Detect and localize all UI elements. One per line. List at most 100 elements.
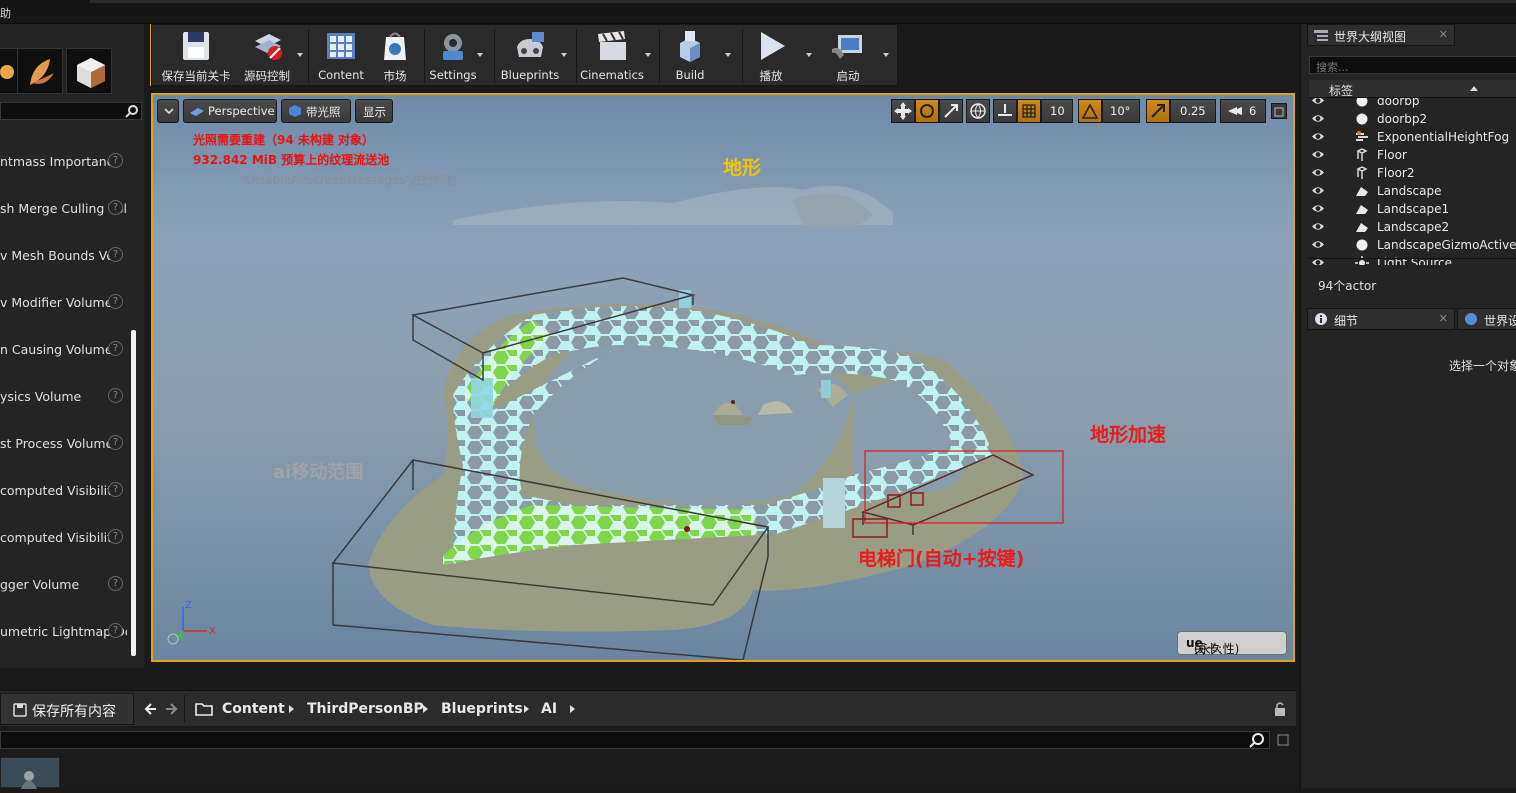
blueprints-button[interactable]: Blueprints xyxy=(496,25,564,85)
outliner-column-header[interactable]: 标签 xyxy=(1309,80,1516,98)
settings-dropdown[interactable] xyxy=(477,53,483,57)
build-dropdown[interactable] xyxy=(725,53,731,57)
modes-scrollbar[interactable] xyxy=(131,330,136,656)
grid-snap-toggle[interactable] xyxy=(1017,99,1041,123)
terrain-boost-label: 地形加速 xyxy=(1090,424,1167,446)
help-icon[interactable]: ? xyxy=(108,435,123,450)
volume-item[interactable]: ntmass Importanc? xyxy=(0,144,127,184)
launch-dropdown[interactable] xyxy=(883,53,889,57)
menu-help[interactable]: 助 xyxy=(0,5,11,21)
volume-label: n Causing Volume xyxy=(0,342,113,357)
world-space-button[interactable] xyxy=(966,99,990,123)
content-icon xyxy=(327,33,355,59)
tab-details[interactable]: 细节 ✕ xyxy=(1307,308,1455,330)
content-browser-toolbar: 保存所有内容 Content ThirdPersonBP Blueprints … xyxy=(0,690,1296,726)
build-button[interactable]: Build xyxy=(662,25,718,85)
breadcrumb-arrow[interactable] xyxy=(570,705,575,713)
breadcrumb-blueprints[interactable]: Blueprints xyxy=(441,701,523,717)
world-outliner-panel: 世界大纲视图 ✕ 搜索... 标签 doorbp doorbp2 Exponenti… xyxy=(1300,24,1516,788)
scale-snap-value[interactable]: 0.25 xyxy=(1170,99,1216,123)
lit-mode-button[interactable]: 带光照 xyxy=(281,99,351,123)
launch-button[interactable]: 启动 xyxy=(820,25,876,85)
breadcrumb-arrow[interactable] xyxy=(524,705,529,713)
close-tab-icon[interactable]: ✕ xyxy=(1439,28,1448,41)
surface-snap-button[interactable] xyxy=(993,99,1017,123)
details-empty-message: 选择一个对象 xyxy=(1449,359,1516,373)
level-viewport[interactable]: Perspective 带光照 显示 10 10° 0.25 6 光照需要重建（… xyxy=(151,93,1295,662)
content-button[interactable]: Content xyxy=(312,25,370,85)
blueprints-dropdown[interactable] xyxy=(561,53,567,57)
help-icon[interactable]: ? xyxy=(108,247,123,262)
tab-world-settings[interactable]: 世界设 xyxy=(1457,308,1516,330)
play-button[interactable]: 播放 xyxy=(746,25,796,85)
volume-item[interactable]: computed Visibilit? xyxy=(0,473,127,513)
axis-y-label: Y xyxy=(178,634,185,644)
volume-item[interactable]: sh Merge Culling Volu? xyxy=(0,191,127,231)
asset-thumbnail[interactable] xyxy=(0,757,60,789)
help-icon[interactable]: ? xyxy=(108,529,123,544)
content-search-input[interactable] xyxy=(0,731,1270,749)
breadcrumb-ai[interactable]: AI xyxy=(541,701,557,717)
volume-item[interactable]: ysics Volume? xyxy=(0,379,127,419)
perspective-button[interactable]: Perspective xyxy=(183,99,277,123)
help-icon[interactable]: ? xyxy=(108,623,123,638)
settings-button[interactable]: Settings xyxy=(426,25,480,85)
play-dropdown[interactable] xyxy=(806,53,812,57)
lock-icon[interactable] xyxy=(1273,701,1287,717)
breadcrumb-thirdpersonbp[interactable]: ThirdPersonBP xyxy=(307,701,424,717)
maximize-viewport-button[interactable] xyxy=(1271,103,1287,119)
save-all-button[interactable]: 保存所有内容 xyxy=(0,693,134,725)
globe-icon xyxy=(970,103,986,119)
grid-snap-value[interactable]: 10 xyxy=(1041,99,1073,123)
help-icon[interactable]: ? xyxy=(108,200,123,215)
breadcrumb-content[interactable]: Content xyxy=(222,701,285,717)
toolbar-separator xyxy=(659,29,660,83)
foliage-icon xyxy=(30,59,54,85)
mode-foliage-tile[interactable] xyxy=(17,48,63,94)
scale-snap-toggle[interactable] xyxy=(1146,99,1170,123)
breadcrumb-arrow[interactable] xyxy=(289,705,294,713)
maximize-icon xyxy=(1274,107,1284,117)
help-icon[interactable]: ? xyxy=(108,388,123,403)
translate-tool-button[interactable] xyxy=(891,99,915,123)
camera-speed-button[interactable]: 6 xyxy=(1220,99,1266,123)
toolbar-separator xyxy=(308,29,309,83)
volume-item[interactable]: umetric Lightmap Der? xyxy=(0,614,127,654)
breadcrumb-arrow[interactable] xyxy=(423,705,428,713)
settings-icon xyxy=(443,34,463,60)
volume-item[interactable]: st Process Volume? xyxy=(0,426,127,466)
scale-tool-button[interactable] xyxy=(939,99,963,123)
save-search-icon[interactable] xyxy=(1276,733,1290,747)
volume-item[interactable]: gger Volume? xyxy=(0,567,127,607)
help-icon[interactable]: ? xyxy=(108,341,123,356)
mode-geometry-tile[interactable] xyxy=(66,48,112,94)
rotation-snap-value[interactable]: 10° xyxy=(1102,99,1140,123)
modes-search-input[interactable] xyxy=(0,102,142,120)
help-icon[interactable]: ? xyxy=(108,482,123,497)
tab-world-outliner[interactable]: 世界大纲视图 ✕ xyxy=(1307,24,1455,46)
outliner-search-input[interactable]: 搜索... xyxy=(1309,56,1516,74)
rotate-tool-button[interactable] xyxy=(915,99,939,123)
source-control-dropdown[interactable] xyxy=(297,53,303,57)
toolbar-separator xyxy=(494,29,495,83)
cinematics-dropdown[interactable] xyxy=(645,53,651,57)
save-level-button[interactable]: 保存当前关卡 xyxy=(156,25,236,85)
back-arrow-icon[interactable] xyxy=(144,701,160,717)
source-control-button[interactable]: 源码控制 xyxy=(236,25,298,85)
close-tab-icon[interactable]: ✕ xyxy=(1439,312,1448,325)
help-icon[interactable]: ? xyxy=(108,153,123,168)
forward-arrow-icon[interactable] xyxy=(162,701,178,717)
source-control-icon xyxy=(255,34,282,60)
volume-item[interactable]: v Modifier Volume? xyxy=(0,285,127,325)
show-flags-button[interactable]: 显示 xyxy=(355,99,393,123)
help-icon[interactable]: ? xyxy=(108,576,123,591)
volume-item[interactable]: v Mesh Bounds Vo? xyxy=(0,238,127,278)
cinematics-button[interactable]: Cinematics xyxy=(577,25,647,85)
marketplace-button[interactable]: 市场 xyxy=(370,25,420,85)
volume-item[interactable]: n Causing Volume? xyxy=(0,332,127,372)
move-icon xyxy=(894,102,912,120)
rotation-snap-toggle[interactable] xyxy=(1078,99,1102,123)
viewport-options-button[interactable] xyxy=(157,99,179,123)
help-icon[interactable]: ? xyxy=(108,294,123,309)
volume-item[interactable]: computed Visibilit? xyxy=(0,520,127,560)
